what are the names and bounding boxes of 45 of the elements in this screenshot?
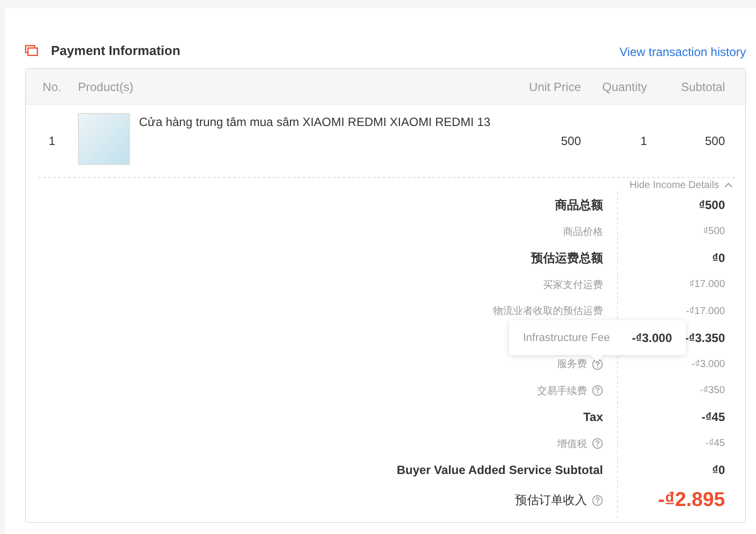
help-icon[interactable] xyxy=(592,438,603,450)
table-cell-text: 500 xyxy=(560,134,581,148)
product-name: Cửa hàng trung tâm mua sâm XIAOMI REDMI XIAOMI REDMI 13 xyxy=(139,114,490,131)
column-header: Product(s) xyxy=(78,80,134,94)
income-label: 交易手续费 xyxy=(537,384,587,398)
income-value: -₫350 xyxy=(700,385,725,396)
help-icon[interactable] xyxy=(592,495,603,506)
income-label: 预估运费总额 xyxy=(531,250,603,267)
income-label: 物流业者收取的预估运费 xyxy=(493,304,603,318)
column-header: Quantity xyxy=(601,80,647,94)
receipt-icon xyxy=(25,44,38,56)
income-value: ₫500 xyxy=(698,198,725,212)
income-value: ₫0 xyxy=(712,251,725,266)
column-header: Subtotal xyxy=(680,80,726,94)
income-value: ₫17.000 xyxy=(689,279,725,290)
transaction-history-link[interactable]: View transaction history xyxy=(619,45,746,59)
table-cell-text: 1 xyxy=(48,134,56,148)
income-value: -₫3.000 xyxy=(692,358,725,370)
chevron-icon xyxy=(724,182,733,188)
income-label: 服务费 xyxy=(557,358,587,372)
income-label: 预估订单收入 xyxy=(515,492,587,509)
income-label: 买家支付运费 xyxy=(543,278,603,292)
column-header: Unit Price xyxy=(528,80,581,94)
income-value: ₫0 xyxy=(712,463,725,478)
tooltip-label: Infrastructure Fee xyxy=(523,332,610,344)
tooltip-value: -₫3.000 xyxy=(632,330,672,344)
photo-placeholder xyxy=(78,113,130,165)
income-value: -₫45 xyxy=(701,410,725,424)
income-value: -₫2.895 xyxy=(658,489,725,511)
income-value: ₫500 xyxy=(703,226,725,238)
column-header: No. xyxy=(42,80,62,94)
help-icon[interactable] xyxy=(592,385,603,396)
income-value: -₫45 xyxy=(705,438,725,450)
income-value: -₫3.350 xyxy=(684,330,725,345)
hide-income-details-toggle[interactable]: Hide Income Details xyxy=(630,178,733,192)
income-value: -₫17.000 xyxy=(686,306,725,317)
income-label: Buyer Value Added Service Subtotal xyxy=(396,463,603,478)
section-title: Payment Information xyxy=(51,42,180,58)
help-icon[interactable] xyxy=(592,358,603,370)
income-label: 增值税 xyxy=(557,438,587,451)
income-label: 商品总额 xyxy=(555,196,603,214)
table-cell-text: 500 xyxy=(704,134,726,148)
income-label: 商品价格 xyxy=(563,226,603,239)
table-cell-text: 1 xyxy=(639,134,647,148)
income-label: Tax xyxy=(583,410,603,424)
